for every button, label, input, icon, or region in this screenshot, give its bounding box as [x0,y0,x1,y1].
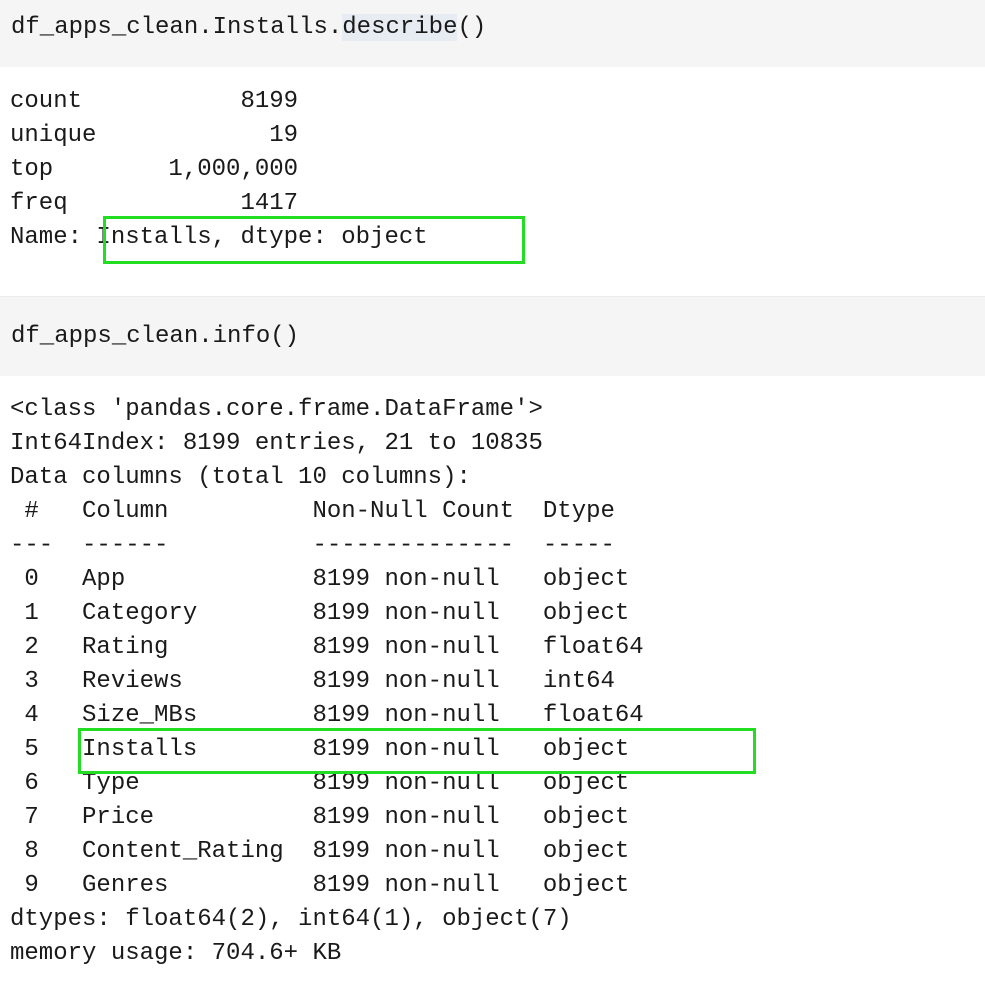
output-line: dtypes: float64(2), int64(1), object(7) [10,906,572,933]
table-row: 7 Price 8199 non-null object [10,804,644,831]
code-method-highlighted: describe [342,14,458,41]
table-row: 3 Reviews 8199 non-null int64 [10,668,644,695]
table-row: 9 Genres 8199 non-null object [10,872,644,899]
table-header-row: # Column Non-Null Count Dtype [10,498,644,525]
table-row: 8 Content_Rating 8199 non-null object [10,838,644,865]
code-text: df_apps_clean.Installs.describe() [11,14,486,41]
table-row: 0 App 8199 non-null object [10,566,644,593]
table-separator-row: --- ------ -------------- ----- [10,532,644,559]
table-row: 2 Rating 8199 non-null float64 [10,634,644,661]
code-text: df_apps_clean.info() [11,323,300,350]
highlight-box-dtype [103,216,525,264]
output-line: Data columns (total 10 columns): [10,464,471,491]
table-row: 1 Category 8199 non-null object [10,600,644,627]
code-cell-input-describe[interactable]: df_apps_clean.Installs.describe() [0,0,985,67]
output-line: unique 19 [10,122,299,149]
output-line: memory usage: 704.6+ KB [10,940,342,967]
highlight-box-installs-row [78,728,756,774]
output-line: top 1,000,000 [10,156,299,183]
code-object: df_apps_clean.Installs. [11,14,343,41]
output-line: Int64Index: 8199 entries, 21 to 10835 [10,430,543,457]
output-line: count 8199 [10,88,299,115]
output-line: <class 'pandas.core.frame.DataFrame'> [10,396,543,423]
code-suffix: () [457,14,487,41]
code-cell-input-info[interactable]: df_apps_clean.info() [0,296,985,376]
